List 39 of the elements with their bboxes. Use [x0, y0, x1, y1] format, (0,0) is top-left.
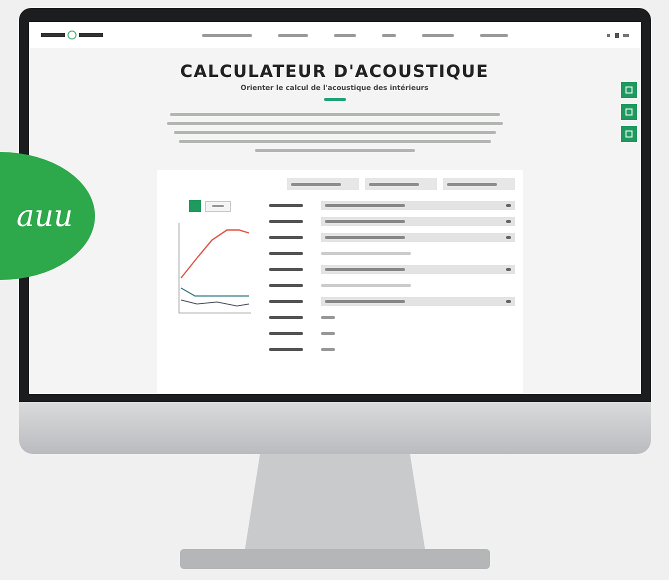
toolbar-button[interactable]: [286, 178, 358, 190]
blurred-label: [268, 332, 302, 334]
blurred-value: [320, 316, 334, 318]
blurred-nav-link[interactable]: [382, 34, 396, 36]
blurred-value: [320, 332, 334, 334]
blurred-nav-link[interactable]: [202, 34, 252, 36]
blurred-nav-link[interactable]: [422, 34, 454, 36]
blurred-nav-link[interactable]: [334, 34, 356, 36]
blurred-label: [268, 300, 302, 302]
side-action-button[interactable]: [620, 126, 636, 142]
page-title: CALCULATEUR D'ACOUSTIQUE: [180, 62, 489, 82]
logo-drawing: [40, 30, 102, 40]
blurred-label: [268, 284, 302, 286]
dropdown-field[interactable]: [320, 216, 514, 226]
blurred-label: [268, 348, 302, 350]
square-icon: [624, 130, 632, 138]
blurred-label: [268, 220, 302, 222]
blurred-nav-link[interactable]: [278, 34, 308, 36]
header-icons-drawing[interactable]: [606, 32, 628, 38]
blurred-nav-link[interactable]: [480, 34, 508, 36]
dropdown-field[interactable]: [320, 296, 514, 306]
blurred-label: [268, 236, 302, 238]
side-action-button[interactable]: [620, 82, 636, 98]
blurred-value: [320, 348, 334, 350]
blurred-label: [268, 252, 302, 254]
blurred-label: [268, 268, 302, 270]
square-icon: [624, 86, 632, 94]
blurred-label: [268, 204, 302, 206]
unit-field[interactable]: [204, 200, 230, 212]
dropdown-field[interactable]: [320, 264, 514, 274]
blurred-label: [268, 316, 302, 318]
badge-text: auu: [16, 198, 73, 234]
dropdown-field[interactable]: [320, 200, 514, 210]
square-icon: [624, 108, 632, 116]
toolbar-button[interactable]: [442, 178, 514, 190]
side-action-button[interactable]: [620, 104, 636, 120]
dropdown-field[interactable]: [320, 232, 514, 242]
toggle-icon[interactable]: [188, 200, 200, 212]
toolbar-button[interactable]: [364, 178, 436, 190]
